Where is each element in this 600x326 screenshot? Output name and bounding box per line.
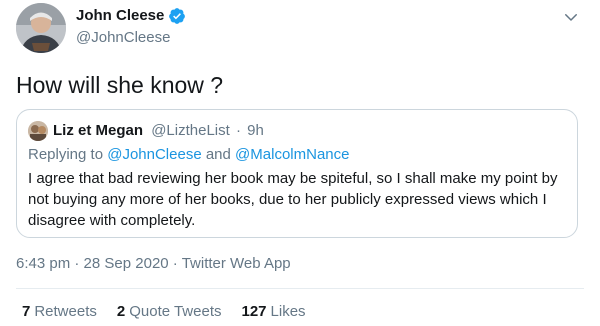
meta-separator-1: ·	[74, 255, 80, 272]
chevron-down-icon[interactable]	[562, 8, 580, 26]
quote-tweets-stat[interactable]: 2 Quote Tweets	[117, 302, 222, 322]
tweet-text: How will she know ?	[16, 72, 224, 98]
meta-separator-2: ·	[172, 255, 178, 272]
retweets-label: Retweets	[34, 303, 97, 320]
tweet-source[interactable]: Twitter Web App	[182, 255, 291, 272]
quoted-tweet-card[interactable]: Liz et Megan @LiztheList · 9h Replying t…	[16, 109, 578, 238]
replying-and: and	[205, 146, 231, 163]
quote-tweets-label: Quote Tweets	[129, 303, 222, 320]
quoted-display-name[interactable]: Liz et Megan	[53, 122, 143, 139]
author-handle[interactable]: @JohnCleese	[76, 28, 170, 48]
tweet-date[interactable]: 28 Sep 2020	[84, 255, 169, 272]
replying-to-line: Replying to @JohnCleese and @MalcolmNanc…	[28, 145, 349, 165]
tweet: John Cleese @JohnCleese How will she kno…	[0, 0, 600, 326]
tweet-meta: 6:43 pm · 28 Sep 2020 · Twitter Web App	[16, 254, 291, 274]
quoted-header: Liz et Megan @LiztheList · 9h	[53, 121, 264, 141]
engagement-stats: 7 Retweets 2 Quote Tweets 127 Likes	[22, 302, 326, 322]
retweets-stat[interactable]: 7 Retweets	[22, 302, 97, 322]
quoted-age: 9h	[247, 122, 264, 139]
retweets-count: 7	[22, 303, 31, 320]
quoted-handle: @LiztheList	[151, 122, 230, 139]
replying-prefix: Replying to	[28, 146, 104, 163]
replying-to-link-1[interactable]: @JohnCleese	[107, 146, 201, 163]
replying-to-link-2[interactable]: @MalcolmNance	[235, 146, 349, 163]
likes-stat[interactable]: 127 Likes	[242, 302, 306, 322]
author-name-row[interactable]: John Cleese	[76, 6, 186, 26]
author-display-name[interactable]: John Cleese	[76, 6, 164, 26]
tweet-time[interactable]: 6:43 pm	[16, 255, 70, 272]
quoted-separator: ·	[235, 122, 241, 139]
quoted-tweet-text: I agree that bad reviewing her book may …	[28, 170, 558, 229]
verified-badge-icon	[168, 7, 186, 25]
divider	[16, 288, 584, 289]
likes-label: Likes	[270, 303, 306, 320]
likes-count: 127	[241, 303, 267, 320]
quoted-author-avatar[interactable]	[28, 121, 48, 141]
author-avatar[interactable]	[16, 3, 66, 53]
quote-tweets-count: 2	[116, 303, 126, 320]
